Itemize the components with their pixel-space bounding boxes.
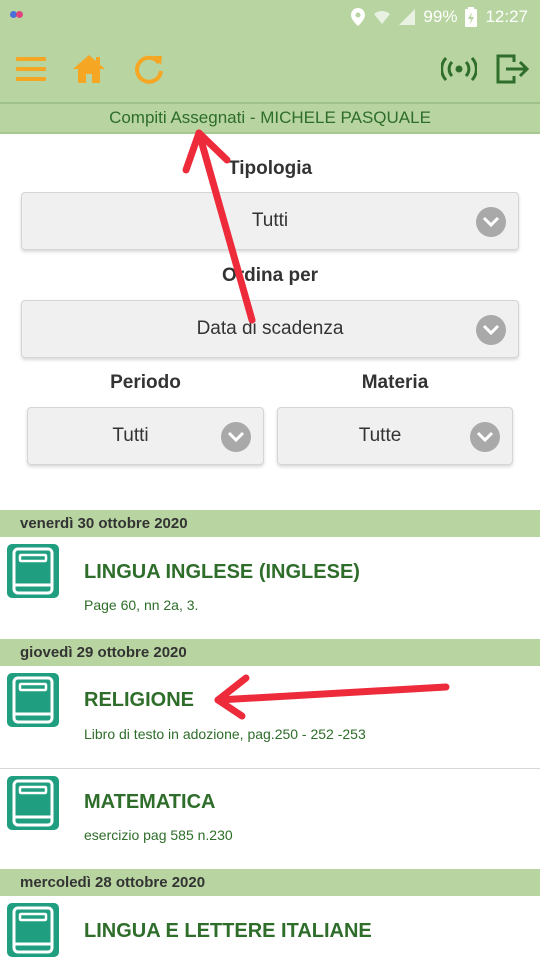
periodo-label: Periodo: [110, 372, 181, 393]
notification-dots-icon: [10, 11, 24, 21]
wifi-icon: [374, 10, 391, 24]
materia-select[interactable]: Tutte: [277, 407, 513, 465]
book-icon: [7, 673, 59, 727]
home-button[interactable]: [70, 50, 108, 88]
tipologia-value: Tutti: [251, 210, 289, 231]
refresh-button[interactable]: [130, 50, 168, 88]
day-header: mercoledì 28 ottobre 2020: [0, 869, 540, 896]
homework-item[interactable]: RELIGIONE Libro di testo in adozione, pa…: [0, 666, 540, 768]
homework-item[interactable]: LINGUA INGLESE (INGLESE) Page 60, nn 2a,…: [0, 537, 540, 639]
book-icon: [7, 776, 59, 830]
app-bar: [0, 34, 540, 104]
book-icon: [7, 544, 59, 598]
location-icon: [351, 8, 366, 26]
day-header: giovedì 29 ottobre 2020: [0, 639, 540, 666]
subject-title: MATEMATICA: [84, 791, 216, 813]
page-title: Compiti Assegnati - MICHELE PASQUALE: [0, 104, 540, 134]
clock: 12:27: [485, 7, 528, 26]
battery-charging-icon: [465, 7, 478, 27]
ordina-select[interactable]: Data di scadenza: [21, 300, 519, 358]
materia-label: Materia: [361, 372, 429, 393]
periodo-value: Tutti: [112, 425, 149, 446]
book-icon: [7, 903, 59, 957]
menu-icon: [16, 57, 46, 81]
chevron-down-icon: [221, 422, 251, 452]
subject-title: RELIGIONE: [84, 689, 195, 711]
subject-title: LINGUA INGLESE (INGLESE): [84, 561, 360, 583]
filters-panel: Tipologia Tutti Ordina per Data di scade…: [0, 134, 540, 510]
home-icon: [73, 55, 105, 83]
homework-item[interactable]: LINGUA E LETTERE ITALIANE: [0, 896, 540, 960]
refresh-icon: [135, 55, 163, 84]
tipologia-label: Tipologia: [227, 158, 313, 179]
subject-title: LINGUA E LETTERE ITALIANE: [84, 920, 372, 942]
homework-description: Page 60, nn 2a, 3.: [84, 597, 199, 613]
chevron-down-icon: [470, 422, 500, 452]
menu-button[interactable]: [12, 50, 50, 88]
broadcast-button[interactable]: [440, 50, 478, 88]
ordina-value: Data di scadenza: [196, 318, 344, 339]
homework-description: esercizio pag 585 n.230: [84, 827, 233, 843]
status-bar: 99% 12:27: [0, 0, 540, 34]
day-header: venerdì 30 ottobre 2020: [0, 510, 540, 537]
battery-percent: 99%: [423, 7, 458, 26]
materia-value: Tutte: [358, 425, 402, 446]
homework-item[interactable]: MATEMATICA esercizio pag 585 n.230: [0, 769, 540, 869]
homework-description: Libro di testo in adozione, pag.250 - 25…: [84, 726, 366, 742]
ordina-label: Ordina per: [221, 265, 319, 286]
broadcast-icon: [441, 57, 477, 81]
periodo-select[interactable]: Tutti: [27, 407, 264, 465]
logout-icon: [496, 54, 530, 84]
chevron-down-icon: [476, 207, 506, 237]
chevron-down-icon: [476, 315, 506, 345]
tipologia-select[interactable]: Tutti: [21, 192, 519, 250]
logout-button[interactable]: [494, 50, 532, 88]
signal-icon: [399, 9, 416, 25]
